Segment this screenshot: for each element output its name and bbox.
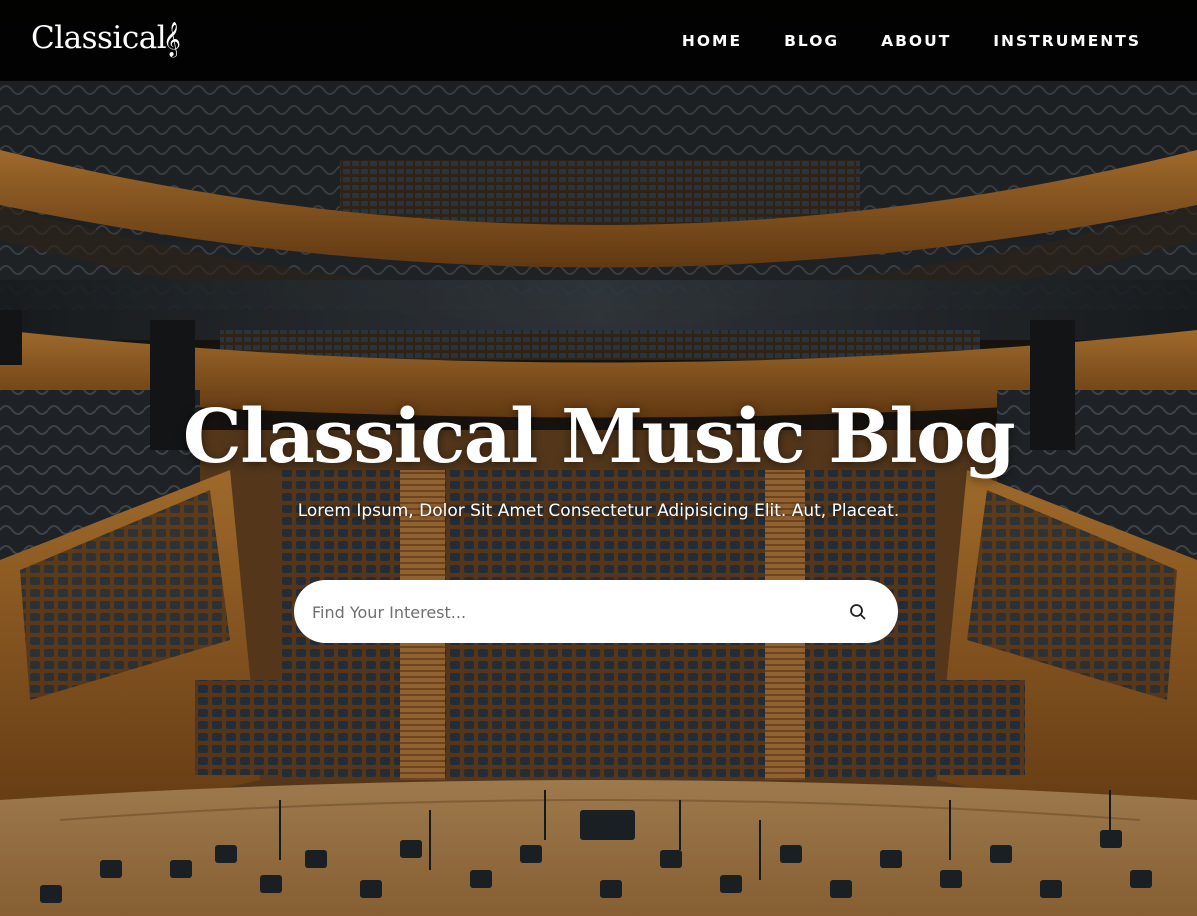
search-bar xyxy=(294,580,898,643)
logo-text: Classical xyxy=(31,20,167,56)
treble-clef-icon: 𝄞 xyxy=(163,21,181,57)
navbar: Classical 𝄞 HOME BLOG ABOUT INSTRUMENTS xyxy=(0,0,1197,81)
nav-blog-link[interactable]: BLOG xyxy=(742,32,839,50)
site-logo[interactable]: Classical 𝄞 xyxy=(31,16,181,60)
hero-subtitle: Lorem Ipsum, Dolor Sit Amet Consectetur … xyxy=(297,501,900,521)
nav-about-link[interactable]: ABOUT xyxy=(839,32,951,50)
nav-instruments-link[interactable]: INSTRUMENTS xyxy=(951,32,1141,50)
hero-title: Classical Music Blog xyxy=(182,394,1016,480)
search-icon xyxy=(850,604,866,620)
main-nav: HOME BLOG ABOUT INSTRUMENTS xyxy=(640,0,1141,81)
search-button[interactable] xyxy=(843,597,873,627)
search-input[interactable] xyxy=(310,590,834,635)
nav-home-link[interactable]: HOME xyxy=(640,32,742,50)
